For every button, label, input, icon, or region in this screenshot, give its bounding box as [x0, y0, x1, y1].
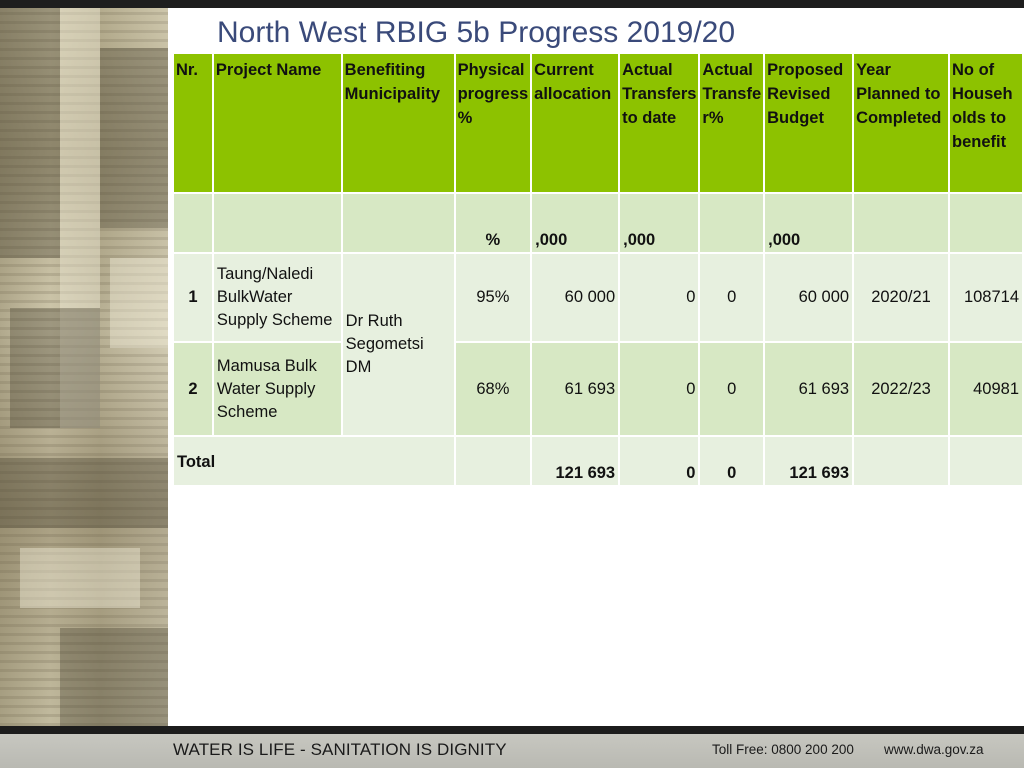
- page-title: North West RBIG 5b Progress 2019/20: [217, 16, 736, 49]
- total-cell-year: [854, 437, 949, 485]
- col-header-no-households: No of Househ olds to benefit: [950, 54, 1022, 192]
- row-project-name: Taung/Naledi BulkWater Supply Scheme: [213, 254, 341, 341]
- total-actual-transfer-pct: 0: [700, 437, 764, 485]
- decorative-photo-strip: [0, 8, 168, 726]
- row-actual-transfer-pct: 0: [700, 343, 764, 435]
- total-row: Total 121 693 0 0 121 693: [174, 437, 1022, 485]
- row-current-allocation: 61 693: [532, 343, 619, 435]
- units-cell-municipality: [342, 194, 454, 252]
- col-header-physical-progress: Physical progress %: [455, 54, 531, 192]
- shared-municipality-cell: Dr Ruth Segometsi DM: [342, 254, 454, 435]
- total-label: Total: [174, 437, 454, 485]
- total-proposed-revised-budget: 121 693: [765, 437, 853, 485]
- footer-toll-free: Toll Free: 0800 200 200: [712, 742, 854, 757]
- total-cell-progress: [455, 437, 531, 485]
- row-physical-progress: 95%: [455, 254, 531, 341]
- header-row: Nr. Project Name Benefiting Municipality…: [174, 54, 1022, 192]
- total-current-allocation: 121 693: [532, 437, 619, 485]
- total-actual-transfers: 0: [620, 437, 699, 485]
- row-proposed-revised-budget: 60 000: [765, 254, 853, 341]
- col-header-actual-transfers: Actual Transfers to date: [620, 54, 699, 192]
- row-actual-transfer-pct: 0: [700, 254, 764, 341]
- row-current-allocation: 60 000: [532, 254, 619, 341]
- progress-table: Nr. Project Name Benefiting Municipality…: [172, 52, 1024, 487]
- units-cell-transfer-pct: [700, 194, 764, 252]
- total-cell-households: [950, 437, 1022, 485]
- row-nr: 2: [174, 343, 212, 435]
- footer-bar: [0, 726, 1024, 768]
- footer-slogan: WATER IS LIFE - SANITATION IS DIGNITY: [173, 740, 507, 759]
- table-row: 2 Mamusa Bulk Water Supply Scheme 68% 61…: [174, 343, 1022, 435]
- col-header-benefiting-municipality: Benefiting Municipality: [342, 54, 454, 192]
- col-header-proposed-revised-budget: Proposed Revised Budget: [765, 54, 853, 192]
- units-cell-year: [854, 194, 949, 252]
- row-proposed-revised-budget: 61 693: [765, 343, 853, 435]
- row-actual-transfers: 0: [620, 254, 699, 341]
- row-project-name: Mamusa Bulk Water Supply Scheme: [213, 343, 341, 435]
- units-physical-progress: %: [455, 194, 531, 252]
- units-current-allocation: ,000: [532, 194, 619, 252]
- table-row: 1 Taung/Naledi BulkWater Supply Scheme D…: [174, 254, 1022, 435]
- top-band: [0, 0, 1024, 8]
- row-nr: 1: [174, 254, 212, 341]
- row-year-planned: 2022/23: [854, 343, 949, 435]
- units-row: % ,000 ,000 ,000: [174, 194, 1022, 252]
- col-header-actual-transfer-pct: Actual Transfe r%: [700, 54, 764, 192]
- row-no-households: 40981: [950, 343, 1022, 435]
- row-actual-transfers: 0: [620, 343, 699, 435]
- col-header-nr: Nr.: [174, 54, 212, 192]
- row-year-planned: 2020/21: [854, 254, 949, 341]
- units-actual-transfers: ,000: [620, 194, 699, 252]
- row-physical-progress: 68%: [455, 343, 531, 435]
- row-no-households: 108714: [950, 254, 1022, 341]
- units-cell-nr: [174, 194, 212, 252]
- col-header-current-allocation: Current allocation: [532, 54, 619, 192]
- footer-website: www.dwa.gov.za: [884, 742, 984, 757]
- units-cell-project: [213, 194, 341, 252]
- col-header-year-planned: Year Planned to Completed: [854, 54, 949, 192]
- units-proposed-revised-budget: ,000: [765, 194, 853, 252]
- units-cell-households: [950, 194, 1022, 252]
- col-header-project-name: Project Name: [213, 54, 341, 192]
